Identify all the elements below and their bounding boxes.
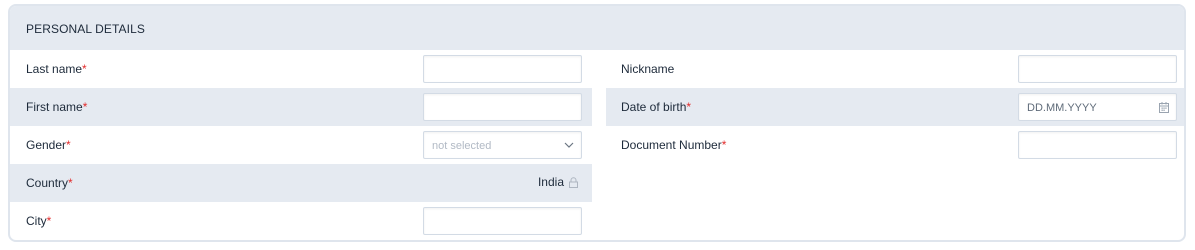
chevron-down-icon — [564, 142, 574, 148]
date-of-birth-input[interactable]: DD.MM.YYYY — [1018, 93, 1177, 121]
city-input[interactable] — [423, 207, 582, 235]
required-mark: * — [721, 138, 727, 152]
calendar-icon[interactable] — [1159, 102, 1169, 113]
first-name-label: First name* — [26, 100, 88, 114]
city-label: City* — [26, 214, 52, 228]
country-row: Country* India — [10, 164, 592, 202]
document-number-input[interactable] — [1018, 131, 1177, 159]
gender-row: Gender* not selected — [10, 126, 592, 164]
section-title: PERSONAL DETAILS — [26, 22, 145, 36]
nickname-input[interactable] — [1018, 55, 1177, 83]
last-name-label: Last name* — [26, 62, 87, 76]
personal-details-panel: PERSONAL DETAILS Last name* First name* … — [8, 4, 1186, 242]
panel-header: PERSONAL DETAILS — [10, 6, 1184, 50]
nickname-label: Nickname — [621, 62, 675, 76]
nickname-row: Nickname — [606, 50, 1184, 88]
lock-icon — [569, 176, 578, 188]
first-name-input[interactable] — [423, 93, 582, 121]
document-number-label: Document Number* — [621, 138, 727, 152]
date-of-birth-row: Date of birth* DD.MM.YYYY — [606, 88, 1184, 126]
last-name-row: Last name* — [10, 50, 592, 88]
country-value: India — [538, 175, 578, 189]
required-mark: * — [686, 100, 692, 114]
date-of-birth-label: Date of birth* — [621, 100, 692, 114]
gender-selected-value: not selected — [432, 140, 492, 152]
required-mark: * — [68, 176, 73, 190]
required-mark: * — [46, 214, 52, 228]
country-value-text: India — [537, 175, 564, 189]
city-row: City* — [10, 202, 592, 240]
gender-select[interactable]: not selected — [423, 131, 582, 159]
document-number-row: Document Number* — [606, 126, 1184, 164]
required-mark: * — [82, 62, 87, 76]
gender-label: Gender* — [26, 138, 71, 152]
first-name-row: First name* — [10, 88, 592, 126]
required-mark: * — [82, 100, 88, 114]
last-name-input[interactable] — [423, 55, 582, 83]
required-mark: * — [66, 138, 71, 152]
country-label: Country* — [26, 176, 73, 190]
date-of-birth-placeholder: DD.MM.YYYY — [1027, 102, 1097, 114]
